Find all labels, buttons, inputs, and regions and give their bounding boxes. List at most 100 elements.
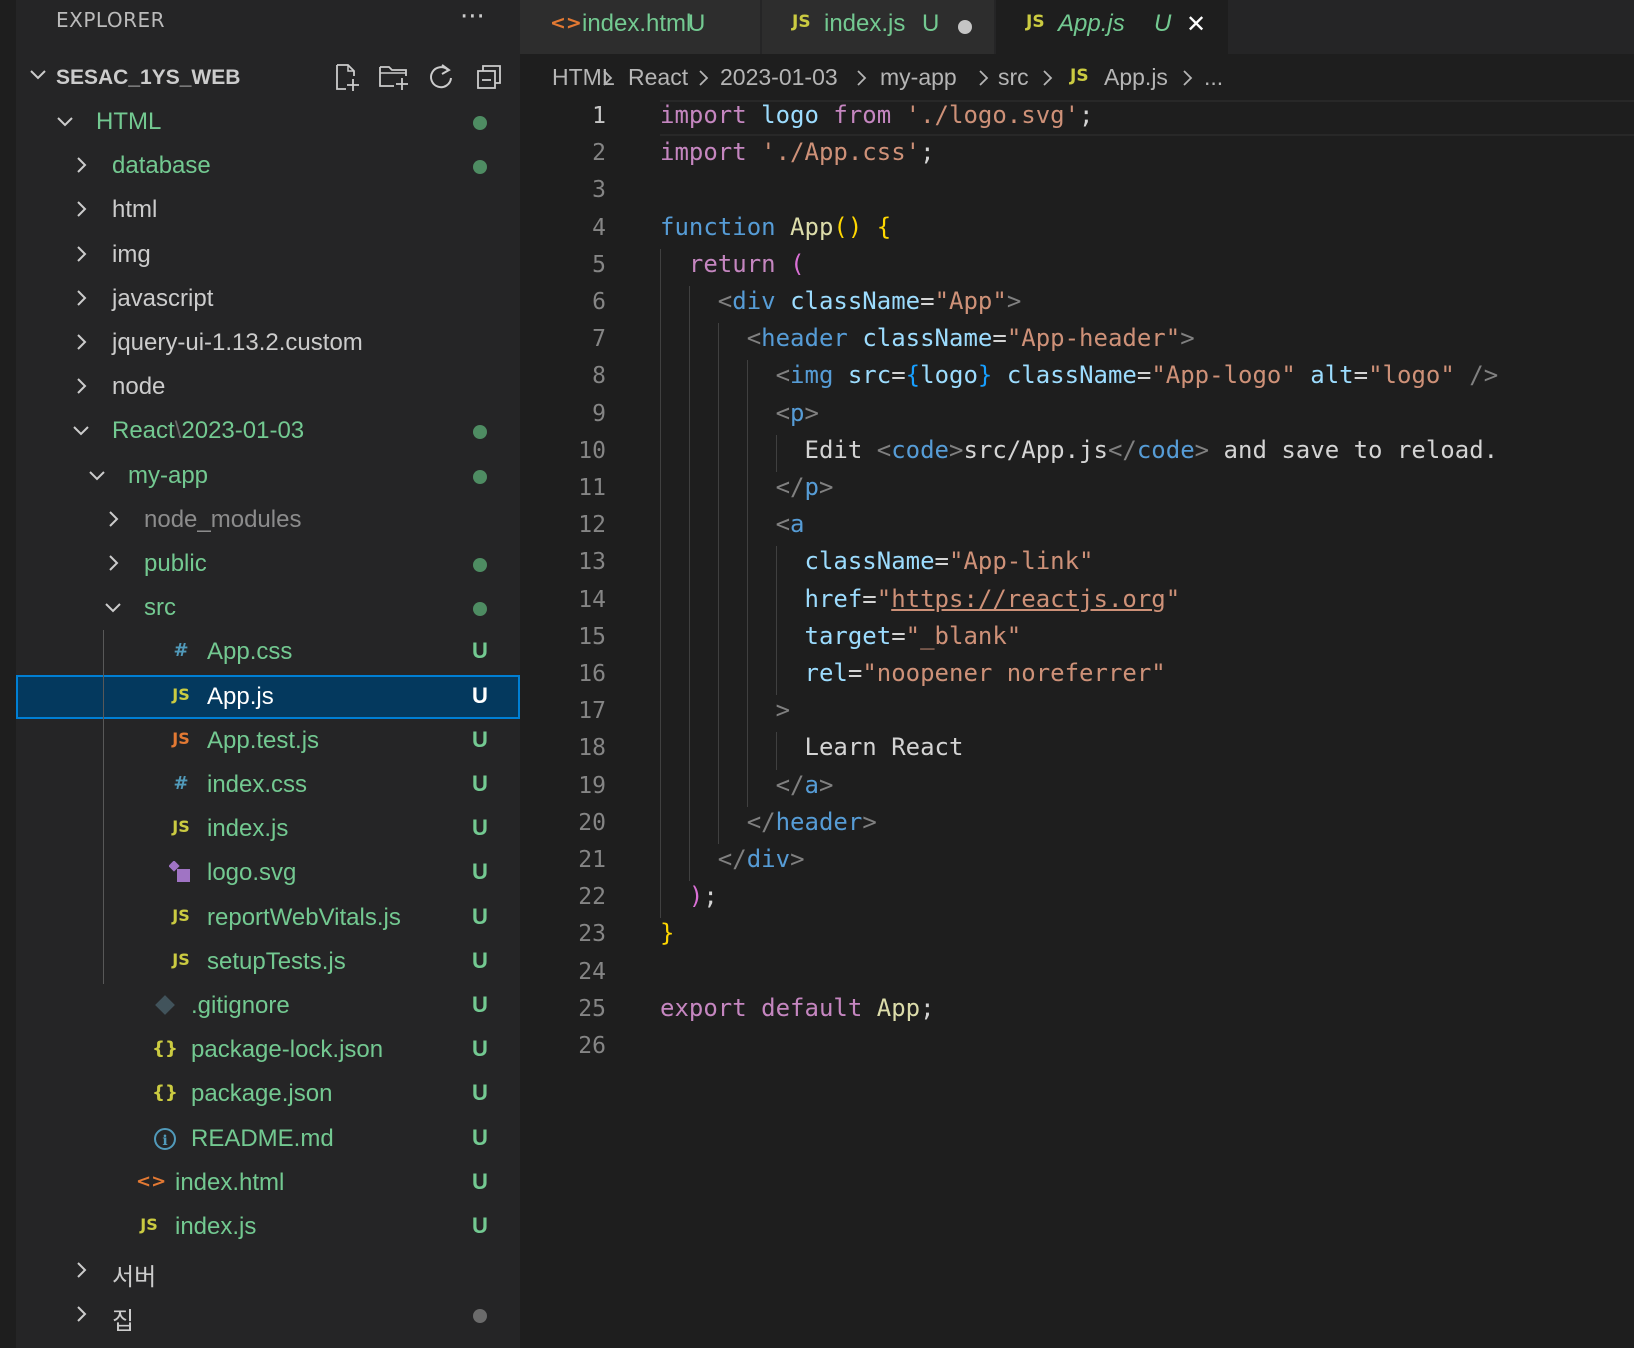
file-item[interactable]: <> index.html U — [16, 1161, 520, 1205]
tree-item-label: setupTests.js — [207, 947, 346, 975]
modified-dot — [473, 425, 487, 440]
line-number: 26 — [578, 1033, 606, 1059]
file-item[interactable]: JS index.js U — [16, 1205, 520, 1249]
tab-index-js[interactable]: JS index.js U — [762, 0, 994, 54]
code-token: = — [920, 287, 935, 315]
folder-item[interactable]: node — [16, 365, 520, 409]
folder-item[interactable]: src — [16, 586, 520, 630]
tab-label: App.js — [1058, 10, 1125, 37]
refresh-icon[interactable] — [426, 62, 456, 92]
code-token: < — [746, 324, 762, 353]
line-number: 5 — [592, 251, 606, 278]
close-icon[interactable]: ✕ — [1186, 10, 1206, 39]
code-token: = — [891, 361, 906, 390]
modified-dot — [473, 469, 487, 484]
code-editor[interactable]: 1 import logo from './logo.svg'; 2 import '… — [520, 100, 1634, 1348]
line-number: 20 — [578, 809, 606, 836]
tree-item-label: React\2023-01-03 — [112, 417, 304, 445]
collapse-all-icon[interactable] — [474, 62, 504, 92]
breadcrumb-item[interactable]: src — [998, 64, 1029, 91]
file-item[interactable]: # App.css U — [16, 630, 520, 674]
file-item[interactable]: {} package.json U — [16, 1072, 520, 1116]
breadcrumb-item[interactable]: React — [628, 64, 688, 91]
code-token: header — [761, 324, 848, 353]
file-item[interactable]: JS reportWebVitals.js U — [16, 896, 520, 940]
git-untracked-badge: U — [472, 1124, 488, 1150]
tab-App-js[interactable]: JS App.js U ✕ — [996, 0, 1228, 54]
git-untracked-badge: U — [922, 10, 940, 37]
modified-dot — [473, 160, 487, 175]
workspace-root[interactable]: SESAC_1YS_WEB — [16, 56, 520, 100]
file-item[interactable]: JS index.js U — [16, 807, 520, 851]
code-token: < — [876, 435, 892, 464]
folder-item[interactable]: 집 — [16, 1293, 520, 1337]
workspace-root-label: SESAC_1YS_WEB — [56, 66, 241, 89]
file-item[interactable]: i README.md U — [16, 1117, 520, 1161]
folder-item[interactable]: database — [16, 144, 520, 188]
folder-item[interactable]: img — [16, 233, 520, 277]
code-token: ; — [920, 993, 935, 1022]
chevron-right-icon — [1043, 70, 1053, 86]
line-number: 21 — [578, 847, 606, 873]
code-token: src/App.js — [963, 435, 1108, 464]
new-folder-icon[interactable] — [378, 62, 408, 92]
folder-item[interactable]: React\2023-01-03 — [16, 409, 520, 453]
code-token: logo — [920, 361, 978, 390]
code-line: </header> — [660, 808, 877, 836]
folder-item[interactable]: HTML — [16, 100, 520, 144]
code-line: <img src={logo} className="App-logo" alt… — [660, 361, 1499, 390]
file-item[interactable]: JS setupTests.js U — [16, 940, 520, 984]
code-token: { — [905, 361, 921, 390]
tab-index-html[interactable]: <> index.html U — [520, 0, 760, 54]
line-number: 15 — [578, 623, 606, 650]
file-item[interactable]: JS App.js U — [16, 674, 520, 719]
code-token: > — [790, 845, 805, 873]
git-untracked-badge: U — [472, 947, 488, 973]
folder-item[interactable]: jquery-ui-1.13.2.custom — [16, 321, 520, 365]
tree-item-label: HTML — [96, 108, 162, 135]
code-token: a — [790, 510, 805, 539]
breadcrumb-item[interactable]: my-app — [880, 64, 957, 91]
breadcrumb-item[interactable]: 2023-01-03 — [720, 64, 838, 91]
breadcrumb-file[interactable]: App.js — [1104, 64, 1168, 91]
file-item[interactable]: JS App.test.js U — [16, 719, 520, 763]
code-token: href — [804, 584, 863, 613]
file-item[interactable]: logo.svg U — [16, 851, 520, 895]
file-item[interactable]: # index.css U — [16, 763, 520, 807]
code-line: target="_blank" — [660, 622, 1022, 650]
git-untracked-badge: U — [472, 903, 488, 929]
code-token: function — [660, 212, 776, 241]
file-item[interactable]: {} package-lock.json U — [16, 1028, 520, 1072]
folder-item[interactable]: html — [16, 188, 520, 232]
folder-item[interactable]: my-app — [16, 454, 520, 498]
line-number: 12 — [578, 512, 606, 539]
code-line: <a — [660, 510, 805, 538]
code-token: = — [862, 584, 877, 613]
tree-item-label-part: 2023-01-03 — [181, 417, 305, 445]
modified-dot — [473, 602, 487, 617]
code-token: img — [790, 361, 834, 390]
code-token: div — [746, 845, 791, 873]
folder-item[interactable]: public — [16, 542, 520, 586]
new-file-icon[interactable] — [332, 62, 362, 92]
code-token: "App-header" — [1006, 324, 1181, 353]
folder-item[interactable]: 서버 — [16, 1249, 520, 1293]
code-token: ; — [703, 882, 718, 911]
folder-item[interactable]: javascript — [16, 277, 520, 321]
folder-item[interactable]: node_modules — [16, 498, 520, 542]
js-file-icon: JS — [172, 817, 190, 837]
tree-item-label: img — [112, 240, 151, 268]
breadcrumb-symbols[interactable]: ... — [1204, 64, 1223, 91]
line-number: 1 — [592, 103, 606, 129]
activity-bar-edge — [0, 0, 16, 1348]
more-actions-button[interactable]: ··· — [460, 2, 485, 32]
tree-item-label: logo.svg — [207, 859, 297, 887]
file-item[interactable]: .gitignore U — [16, 984, 520, 1028]
